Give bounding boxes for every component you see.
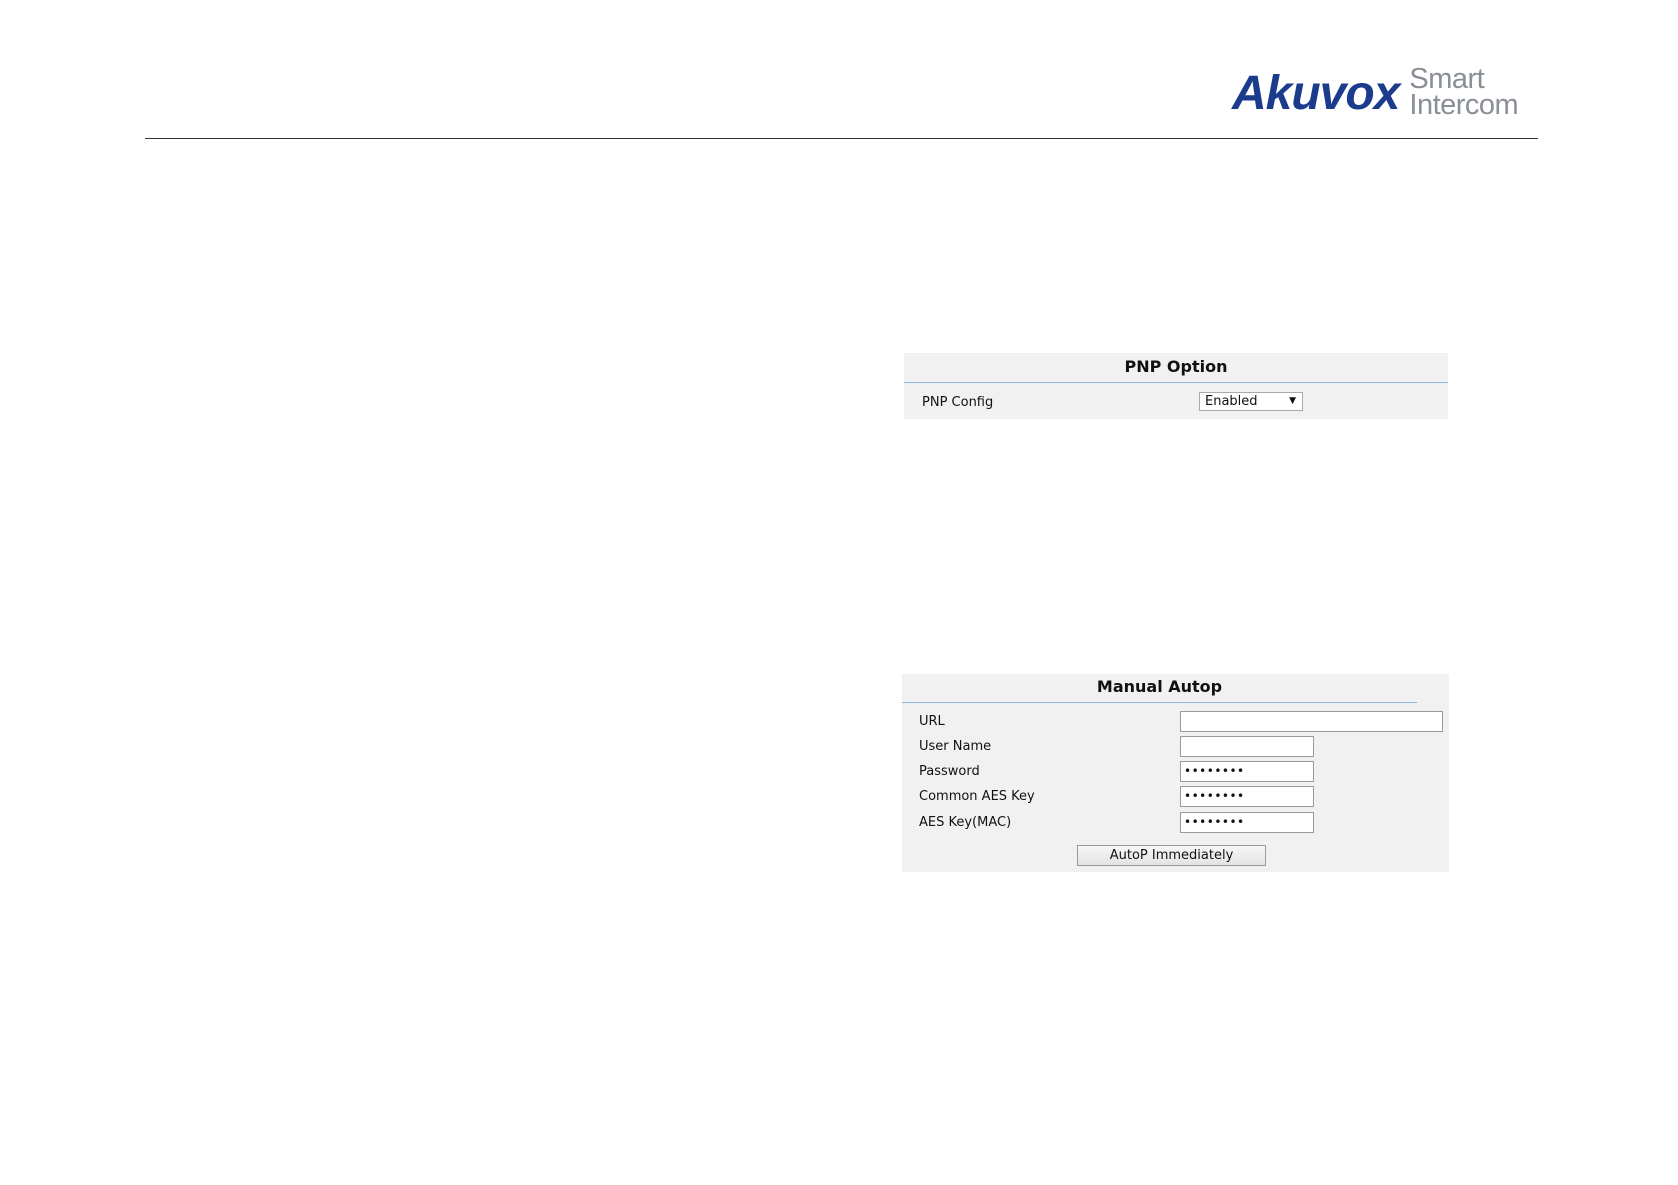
manual-autop-title: Manual Autop	[1096, 677, 1223, 696]
aes-key-mac-input[interactable]: ••••••••	[1180, 812, 1314, 833]
pnp-config-selected-value: Enabled	[1205, 394, 1258, 409]
autop-immediately-button[interactable]: AutoP Immediately	[1077, 845, 1266, 866]
username-label: User Name	[919, 739, 992, 754]
pnp-option-title: PNP Option	[1124, 357, 1228, 376]
pnp-option-divider	[904, 382, 1448, 383]
logo-wordmark: Akuvox	[1232, 67, 1400, 120]
logo-tagline-line2: Intercom	[1409, 89, 1519, 121]
username-input[interactable]	[1180, 736, 1314, 757]
url-label: URL	[919, 714, 945, 729]
aes-key-mac-label: AES Key(MAC)	[919, 815, 1012, 830]
pnp-config-select[interactable]: Enabled ▼	[1199, 392, 1303, 411]
akuvox-logo: Akuvox Smart Intercom	[1232, 60, 1519, 121]
common-aes-key-input[interactable]: ••••••••	[1180, 786, 1314, 807]
caret-down-icon: ▼	[1289, 396, 1296, 406]
common-aes-key-label: Common AES Key	[919, 789, 1035, 804]
logo-tagline: Smart Intercom	[1409, 65, 1519, 121]
password-label: Password	[919, 764, 980, 779]
manual-autop-panel: Manual Autop URL User Name Password ••••…	[902, 674, 1449, 872]
url-input[interactable]	[1180, 711, 1443, 732]
pnp-option-panel: PNP Option PNP Config Enabled ▼	[904, 353, 1448, 419]
manual-autop-divider	[902, 702, 1417, 703]
header-divider	[145, 138, 1538, 139]
password-input[interactable]: ••••••••	[1180, 761, 1314, 782]
pnp-config-label: PNP Config	[922, 395, 994, 410]
